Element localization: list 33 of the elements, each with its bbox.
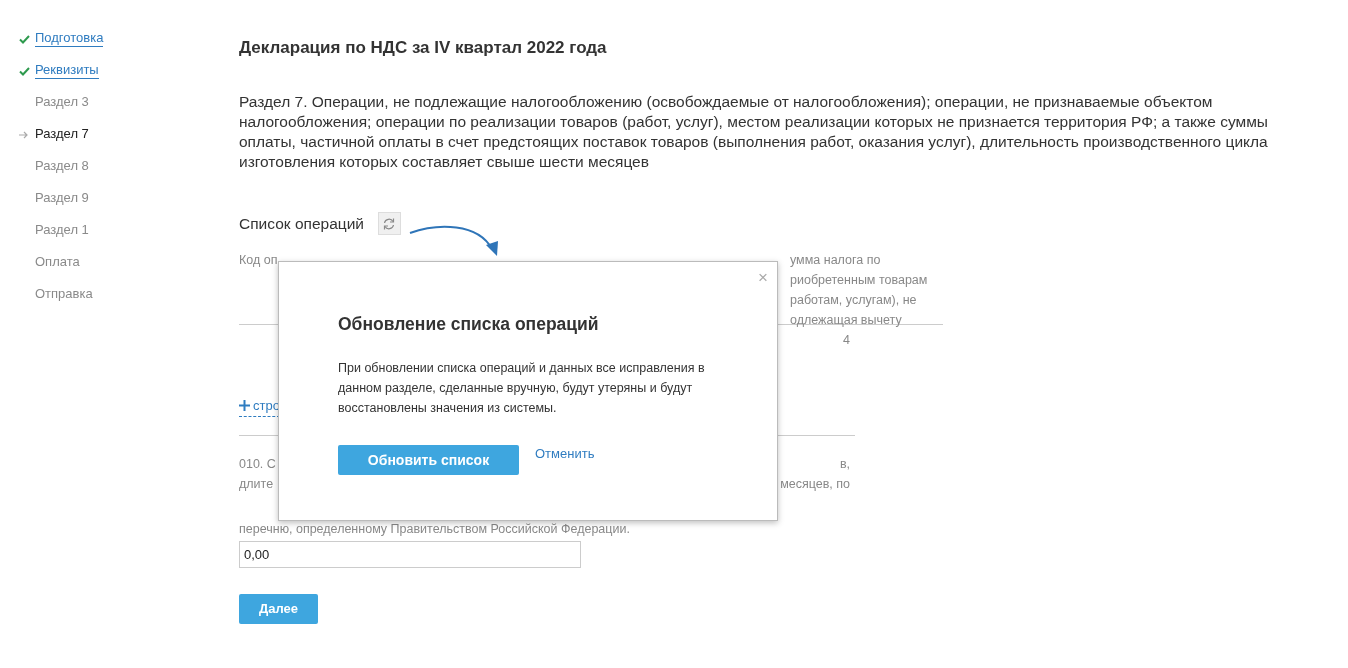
sidebar-item[interactable]: Оплата (35, 254, 80, 270)
column-header-line: умма налога по (790, 252, 882, 270)
column-header-line: одлежащая вычету (790, 312, 903, 330)
field-label-line: перечню, определенному Правительством Российской Федерации. (239, 520, 631, 538)
sidebar-item[interactable]: Реквизиты (35, 62, 99, 79)
field-label-fragment: месяцев, по (780, 475, 850, 493)
field-label-fragment: длите (239, 475, 275, 493)
field-label-fragment: в, (839, 455, 850, 473)
plus-icon (239, 400, 250, 412)
amount-input-field[interactable]: 0,00 (239, 540, 581, 568)
sidebar-item[interactable]: Раздел 7 (35, 126, 89, 142)
refresh-button[interactable] (377, 212, 401, 236)
column-header-line: риобретенным товарам (790, 272, 929, 290)
column-header-line: работам, услугам), не (790, 292, 918, 310)
column-header: Код оп (239, 252, 278, 270)
operations-heading: Список операций (239, 214, 364, 234)
page-title: Декларация по НДС за IV квартал 2022 года (239, 37, 608, 59)
sidebar-item[interactable]: Отправка (35, 286, 93, 302)
dialog-title: Обновление списка операций (338, 313, 600, 336)
dialog-message: При обновлении списка операций и данных все исправления в данном разделе, сделанные вручную, будут утеряны и будут восстановлены значения из системы. (338, 360, 706, 418)
sidebar-item[interactable]: Раздел 8 (35, 158, 89, 174)
next-button[interactable]: Далее (239, 593, 318, 624)
column-number: 4 (843, 332, 850, 350)
refresh-icon (382, 216, 397, 231)
cancel-link[interactable]: Отменить (535, 445, 595, 464)
section-description: Раздел 7. Операции, не подлежащие налогообложению (освобождаемые от налогообложения); операции, не признаваемые объектом налогообложения; операции по реализации товаров (работ, услуг), местом реализации которых не признается территория РФ; а также суммы оплаты, частичной оплаты в счет предстоящих поставок товаров (выполнения работ, оказания услуг), длительность производственного цикла изготовления которых составляет свыше шести месяцев (239, 92, 1269, 172)
sidebar-item[interactable]: Раздел 9 (35, 190, 89, 206)
close-button[interactable]: × (758, 265, 768, 291)
sidebar-item[interactable]: Подготовка (35, 30, 104, 47)
sidebar-item[interactable]: Раздел 3 (35, 94, 89, 110)
sidebar-item[interactable]: Раздел 1 (35, 222, 89, 238)
update-list-button[interactable]: Обновить список (338, 445, 519, 476)
field-label-fragment: 010. С (239, 455, 276, 473)
